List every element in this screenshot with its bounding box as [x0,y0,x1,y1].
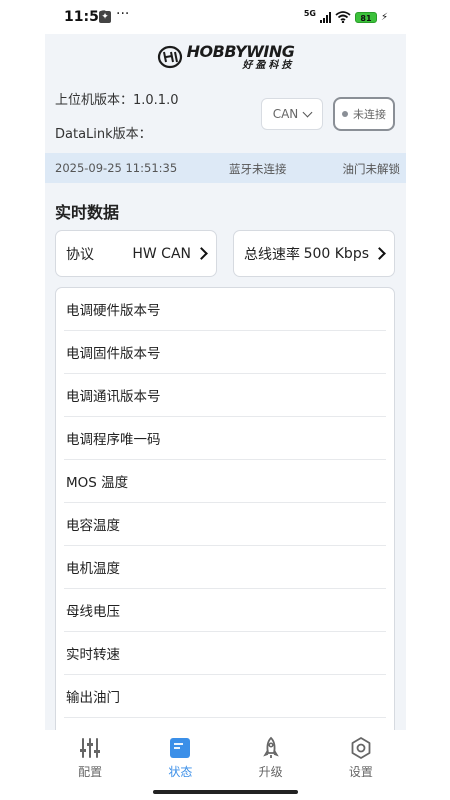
protocol-card[interactable]: 协议 HW CAN [55,230,217,277]
list-item-label: 电调固件版本号 [66,346,161,362]
bus-rate-label: 总线速率 [244,246,300,263]
tab-config[interactable]: 配置 [45,730,135,784]
chevron-down-icon [302,107,313,117]
chevron-right-icon [373,247,386,260]
tab-settings-label: 设置 [348,765,373,779]
tab-settings[interactable]: 设置 [316,730,406,784]
list-item-label: 电调程序唯一码 [66,432,161,448]
bluetooth-status: 蓝牙未连接 [229,162,287,176]
list-item: 电机温度 [64,546,386,589]
charging-icon: ⚡ [380,11,388,23]
current-datetime: 2025-09-25 11:51:35 [55,161,178,175]
realtime-data-list[interactable]: 电调硬件版本号 电调固件版本号 电调通讯版本号 电调程序唯一码 MOS 温度 电… [55,287,395,730]
brand-name-en: HOBBYWING [186,41,295,61]
wifi-icon [335,11,351,23]
app-content: HOBBYWING 好盈科技 上位机版本：1.0.1.0 DataLink版本：… [45,34,406,730]
connect-button[interactable]: 未连接 [333,97,395,131]
tab-upgrade[interactable]: 升级 [226,730,316,784]
list-item: 电调硬件版本号 [64,288,386,331]
gear-icon [351,737,371,759]
list-item: 电调固件版本号 [64,331,386,374]
list-item-label: 电调通讯版本号 [66,389,161,405]
throttle-status: 油门未解锁 [342,162,401,176]
list-item-label: 实时转速 [66,647,120,663]
more-notifications-icon: ··· [116,6,130,22]
sliders-icon [80,738,101,758]
list-item: 电容温度 [64,503,386,546]
list-item-label: 母线电压 [66,604,120,620]
realtime-data-title: 实时数据 [55,203,120,222]
protocol-label: 协议 [66,246,94,263]
list-item: 输出油门 [64,675,386,718]
protocol-value: HW CAN [132,245,191,262]
connection-status-dot-icon [342,111,348,117]
tab-status-label: 状态 [168,765,193,779]
connect-button-label: 未连接 [353,108,386,121]
list-item-label: 电容温度 [66,518,120,534]
host-version-label: 上位机版本：1.0.1.0 [55,93,179,108]
bus-rate-value: 500 Kbps [303,245,369,262]
list-item-label: 电机温度 [66,561,120,577]
list-item [64,718,386,730]
wrench-icon: ✦ [99,11,111,23]
status-bar: 11:51 ✦ ··· 5G 81 ⚡ [0,0,450,34]
brand-logo: HOBBYWING 好盈科技 [45,40,406,74]
home-indicator[interactable] [153,790,298,794]
list-item: 电调程序唯一码 [64,417,386,460]
list-item-label: MOS 温度 [66,475,129,491]
chevron-right-icon [195,247,208,260]
list-item: 电调通讯版本号 [64,374,386,417]
hobbywing-logo-icon [157,45,182,69]
list-item: 实时转速 [64,632,386,675]
list-item: 母线电压 [64,589,386,632]
list-item-label: 电调硬件版本号 [66,303,161,319]
list-item-label: 输出油门 [66,690,120,706]
phone-screen: 11:51 ✦ ··· 5G 81 ⚡ HOBBYWING 好盈科技 上位机版本… [0,0,450,800]
network-type-label: 5G [303,8,316,18]
protocol-select-value: CAN [272,107,299,121]
battery-icon: 81 [354,11,377,23]
datalink-version-label: DataLink版本： [55,127,152,142]
rocket-icon [262,736,279,758]
signal-icon [319,11,331,23]
protocol-select[interactable]: CAN [261,98,323,130]
tab-upgrade-label: 升级 [258,765,283,779]
brand-name-cn: 好盈科技 [242,59,295,71]
bus-rate-card[interactable]: 总线速率 500 Kbps [233,230,395,277]
list-item: MOS 温度 [64,460,386,503]
status-info-strip: 2025-09-25 11:51:35 蓝牙未连接 油门未解锁 [45,153,406,183]
tab-config-label: 配置 [78,765,103,779]
bottom-tab-bar: 配置 状态 升级 设置 [45,730,406,784]
document-icon [170,738,191,758]
status-indicators: 5G 81 ⚡ [304,9,388,25]
tab-status[interactable]: 状态 [135,730,225,784]
